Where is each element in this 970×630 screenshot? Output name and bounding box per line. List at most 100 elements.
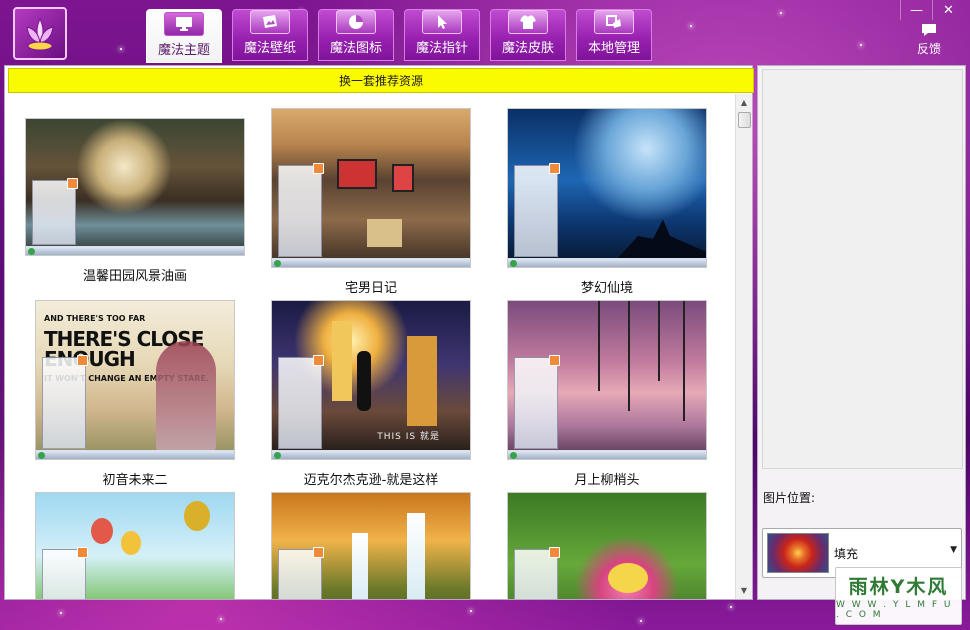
tab-label: 魔法皮肤 bbox=[501, 41, 554, 56]
poster-decoration bbox=[337, 159, 377, 189]
scroll-down-icon[interactable]: ▼ bbox=[736, 582, 752, 599]
theme-card[interactable]: 温馨田园风景油画 bbox=[25, 118, 245, 284]
balloon-decoration bbox=[121, 531, 141, 555]
chat-bubble-icon bbox=[922, 24, 936, 36]
theme-card[interactable]: AND THERE'S TOO FAR THERE'S CLOSE ENOUGH… bbox=[35, 300, 235, 488]
watermark-main: 雨林Y木风 bbox=[848, 576, 949, 598]
feedback-label: 反馈 bbox=[916, 42, 941, 56]
theme-card[interactable]: 梦幻仙境 bbox=[507, 108, 707, 296]
taskbar-preview bbox=[26, 246, 244, 255]
willow-branch bbox=[683, 301, 685, 421]
minimize-button[interactable]: — bbox=[900, 0, 932, 20]
building-decoration bbox=[332, 321, 352, 401]
tab-magic-skin[interactable]: 魔法皮肤 bbox=[490, 9, 566, 61]
willow-branch bbox=[628, 301, 630, 411]
feedback-button[interactable]: 反馈 bbox=[914, 22, 944, 57]
taskbar-preview bbox=[508, 258, 706, 267]
theme-thumbnail: THIS IS 就是 bbox=[271, 300, 471, 460]
wallpaper-icon bbox=[250, 10, 290, 34]
tab-magic-wallpaper[interactable]: 魔法壁纸 bbox=[232, 9, 308, 61]
shirt-icon bbox=[508, 10, 548, 34]
waterfall-decoration bbox=[407, 513, 425, 599]
taskbar-preview bbox=[272, 258, 470, 267]
poster-decoration bbox=[392, 164, 414, 192]
start-menu-preview bbox=[32, 177, 78, 245]
tab-magic-icons[interactable]: 魔法图标 bbox=[318, 9, 394, 61]
box-decoration bbox=[367, 219, 402, 247]
waterfall-decoration bbox=[352, 533, 368, 599]
theme-thumbnail bbox=[25, 118, 245, 256]
manage-icon bbox=[594, 10, 634, 34]
theme-title: 初音未来二 bbox=[102, 473, 168, 488]
theme-title: 温馨田园风景油画 bbox=[82, 269, 187, 284]
theme-title: 月上柳梢头 bbox=[574, 473, 640, 488]
tab-local-manage[interactable]: 本地管理 bbox=[576, 9, 652, 61]
tab-label: 魔法壁纸 bbox=[243, 41, 296, 56]
preview-area bbox=[762, 69, 963, 469]
theme-card[interactable] bbox=[271, 492, 471, 599]
image-position-label: 图片位置: bbox=[763, 491, 816, 505]
theme-card[interactable]: THIS IS 就是 迈克尔杰克逊-就是这样 bbox=[271, 300, 471, 488]
pie-icon bbox=[336, 10, 376, 34]
window-controls: — ✕ bbox=[900, 0, 964, 20]
theme-thumbnail bbox=[507, 300, 707, 460]
theme-title: 迈克尔杰克逊-就是这样 bbox=[303, 473, 439, 488]
theme-card[interactable]: 月上柳梢头 bbox=[507, 300, 707, 488]
start-menu-preview bbox=[42, 355, 88, 449]
theme-thumbnail bbox=[507, 108, 707, 268]
start-menu-preview bbox=[278, 547, 324, 599]
start-menu-preview bbox=[278, 355, 324, 449]
balloon-decoration bbox=[184, 501, 210, 531]
theme-card[interactable] bbox=[507, 492, 707, 599]
image-position-value: 填充 bbox=[834, 547, 859, 561]
monitor-icon bbox=[164, 12, 204, 36]
refresh-recommend-bar[interactable]: 换一套推荐资源 bbox=[8, 68, 754, 93]
scroll-thumb[interactable] bbox=[738, 112, 751, 128]
theme-thumbnail: AND THERE'S TOO FAR THERE'S CLOSE ENOUGH… bbox=[35, 300, 235, 460]
tab-label: 魔法指针 bbox=[415, 41, 468, 56]
theme-thumbnail bbox=[271, 492, 471, 599]
start-menu-preview bbox=[278, 163, 324, 257]
start-menu-preview bbox=[42, 547, 88, 599]
willow-branch bbox=[658, 301, 660, 381]
tab-magic-theme[interactable]: 魔法主题 bbox=[146, 9, 222, 63]
wallpaper-swatch bbox=[767, 533, 829, 573]
balloon-decoration bbox=[91, 518, 113, 544]
bottom-decoration-strip bbox=[0, 600, 970, 630]
start-menu-preview bbox=[514, 163, 560, 257]
app-logo[interactable] bbox=[13, 7, 67, 60]
theme-card[interactable] bbox=[35, 492, 235, 599]
preview-side-panel: 图片位置: 填充 ▼ bbox=[757, 65, 966, 600]
theme-title: 宅男日记 bbox=[344, 281, 397, 296]
tab-magic-cursor[interactable]: 魔法指针 bbox=[404, 9, 480, 61]
start-menu-preview bbox=[514, 547, 560, 599]
theme-thumbnail bbox=[507, 492, 707, 599]
tab-label: 魔法主题 bbox=[157, 43, 210, 58]
triangle-down-icon: ▼ bbox=[950, 545, 957, 555]
app-window: 魔法主题 魔法壁纸 魔法图标 魔法指针 魔法皮肤 本地管理 — ✕ 反馈 换一套… bbox=[0, 0, 970, 630]
lotus-center-decoration bbox=[608, 563, 648, 593]
poster-text: THIS IS 就是 bbox=[377, 432, 440, 442]
dancer-silhouette bbox=[357, 351, 371, 411]
theme-list-panel: 换一套推荐资源 温馨田园风景油画 宅男日记 梦幻仙境 AND THERE'S T… bbox=[4, 65, 754, 600]
tab-label: 魔法图标 bbox=[329, 41, 382, 56]
building-decoration bbox=[407, 336, 437, 426]
taskbar-preview bbox=[272, 450, 470, 459]
willow-branch bbox=[598, 301, 600, 391]
main-tabs: 魔法主题 魔法壁纸 魔法图标 魔法指针 魔法皮肤 本地管理 bbox=[146, 9, 652, 63]
theme-card[interactable]: 宅男日记 bbox=[271, 108, 471, 296]
lotus-logo-icon bbox=[26, 17, 54, 50]
scroll-up-icon[interactable]: ▲ bbox=[736, 94, 752, 111]
theme-grid: 温馨田园风景油画 宅男日记 梦幻仙境 AND THERE'S TOO FAR T… bbox=[5, 96, 733, 599]
tab-label: 本地管理 bbox=[587, 41, 640, 56]
theme-title: 梦幻仙境 bbox=[580, 281, 633, 296]
figure-decoration bbox=[156, 341, 216, 451]
theme-thumbnail bbox=[35, 492, 235, 599]
cursor-icon bbox=[422, 10, 462, 34]
taskbar-preview bbox=[36, 450, 234, 459]
vertical-scrollbar[interactable]: ▲ ▼ bbox=[735, 94, 752, 599]
taskbar-preview bbox=[508, 450, 706, 459]
start-menu-preview bbox=[514, 355, 560, 449]
theme-thumbnail bbox=[271, 108, 471, 268]
close-button[interactable]: ✕ bbox=[932, 0, 964, 20]
